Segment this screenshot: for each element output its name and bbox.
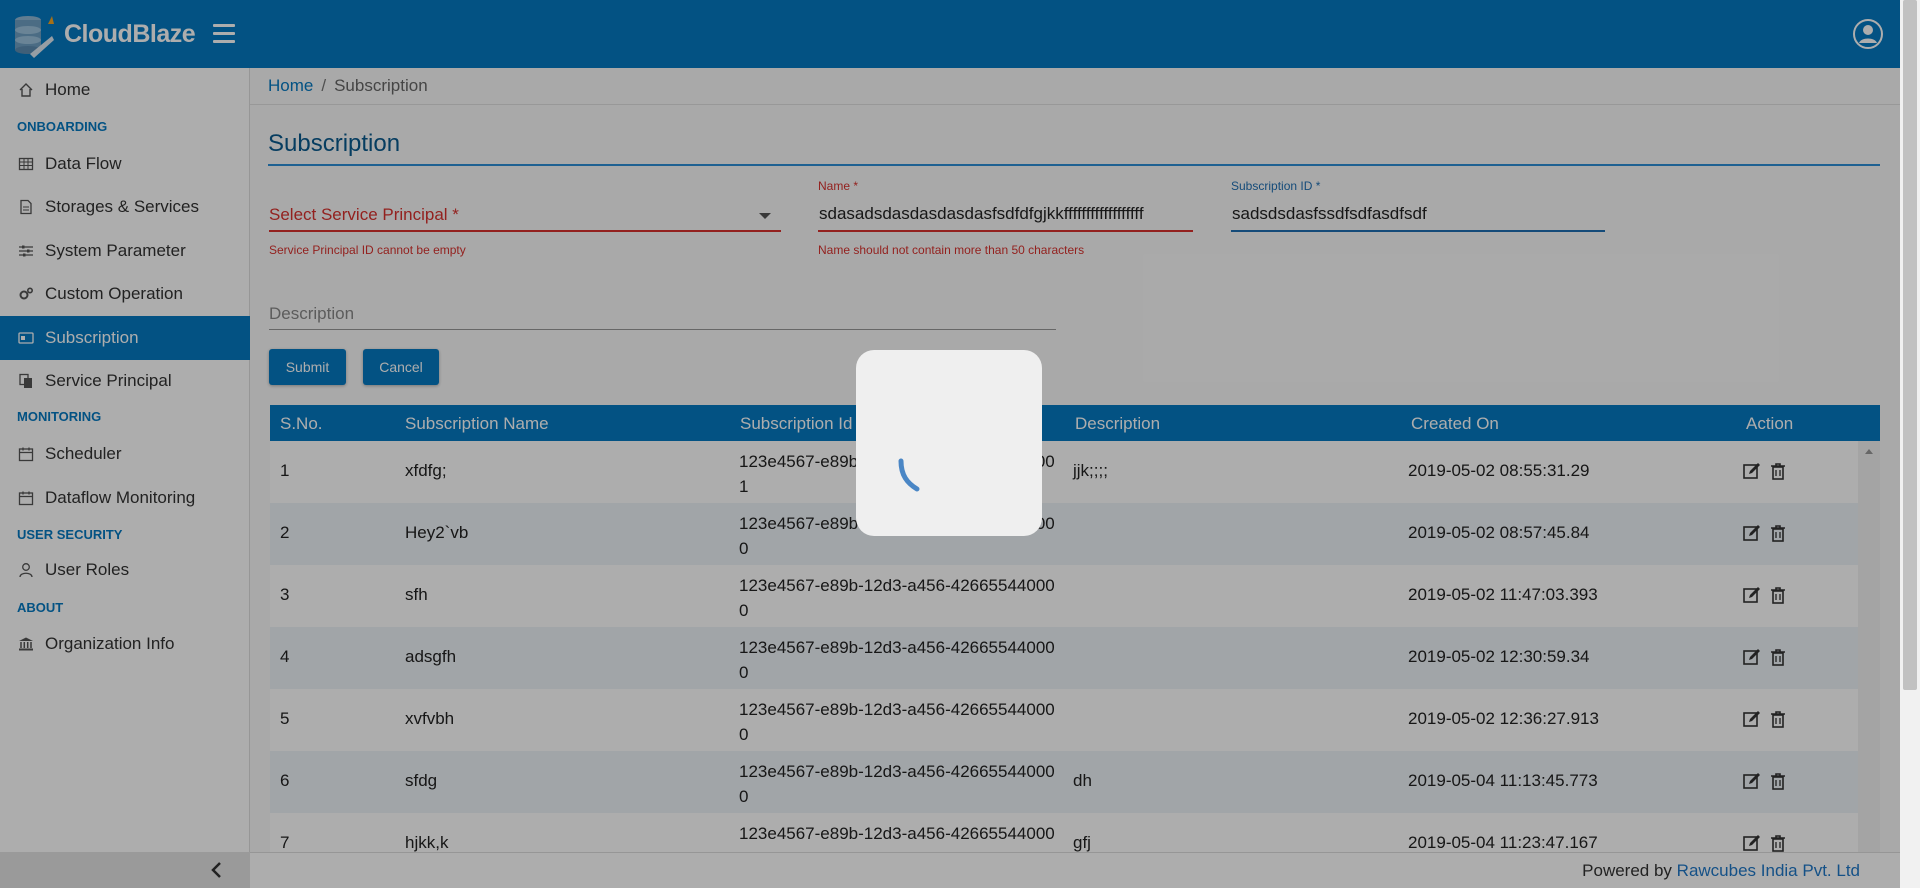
- page-scrollbar-thumb[interactable]: [1903, 0, 1917, 690]
- loading-spinner-icon: [898, 458, 920, 492]
- loading-dialog: [856, 350, 1042, 536]
